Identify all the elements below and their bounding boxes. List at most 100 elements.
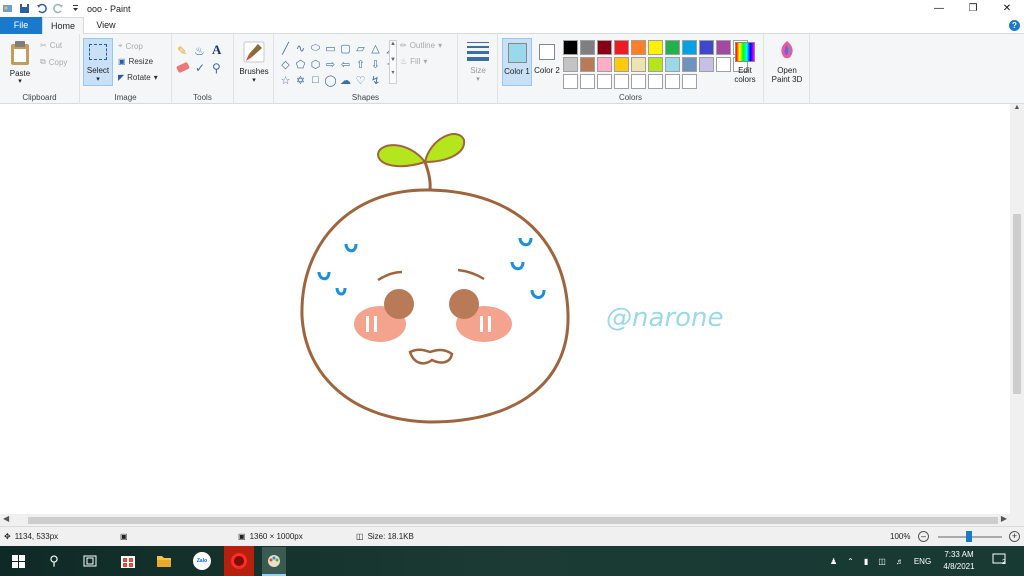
palette-swatch[interactable] — [563, 57, 578, 72]
cut-button[interactable]: ✂ Cut — [40, 41, 62, 50]
network-icon[interactable]: ◫ — [878, 557, 886, 566]
resize-button[interactable]: ▣ Resize — [118, 57, 153, 66]
rounded-rectangle-shape-icon[interactable]: ▢ — [338, 40, 353, 56]
opera-app-icon[interactable] — [224, 546, 254, 576]
palette-swatch[interactable] — [699, 40, 714, 55]
palette-swatch[interactable] — [665, 57, 680, 72]
clock[interactable]: 7:33 AM 4/8/2021 — [936, 549, 982, 573]
power-icon[interactable]: ▮ — [864, 557, 868, 566]
palette-swatch[interactable] — [597, 74, 612, 89]
minimize-button[interactable]: — — [922, 0, 956, 17]
fill-button[interactable]: ♨ Fill ▾ — [400, 57, 427, 66]
zalo-app-icon[interactable]: Zalo — [192, 551, 212, 571]
brushes-dropdown-icon[interactable]: ▾ — [236, 76, 272, 84]
palette-swatch[interactable] — [665, 40, 680, 55]
line-shape-icon[interactable]: ╱ — [278, 40, 293, 56]
oval-shape-icon[interactable]: ⬭ — [308, 40, 323, 56]
vertical-scrollbar[interactable]: ▲ — [1010, 104, 1024, 514]
open-paint3d-button[interactable]: Open Paint 3D — [767, 38, 807, 86]
color1-button[interactable]: Color 1 — [502, 38, 532, 86]
palette-swatch[interactable] — [665, 74, 680, 89]
text-tool-icon[interactable]: A — [212, 42, 221, 58]
hexagon-shape-icon[interactable]: ⬡ — [308, 56, 323, 72]
save-icon[interactable] — [19, 3, 30, 14]
outline-button[interactable]: ✏ Outline ▾ — [400, 41, 442, 50]
heart-shape-icon[interactable]: ♡ — [353, 72, 368, 88]
palette-swatch[interactable] — [682, 57, 697, 72]
palette-swatch[interactable] — [580, 74, 595, 89]
palette-swatch[interactable] — [597, 57, 612, 72]
action-center-button[interactable]: 2 — [992, 553, 1010, 569]
people-icon[interactable]: ♟ — [830, 557, 837, 566]
pentagon-shape-icon[interactable]: ⬠ — [293, 56, 308, 72]
customize-quick-access-icon[interactable] — [70, 3, 81, 14]
select-dropdown-icon[interactable]: ▾ — [84, 75, 112, 83]
copy-button[interactable]: ⧉ Copy — [40, 57, 67, 67]
triangle-shape-icon[interactable]: △ — [368, 40, 383, 56]
redo-icon[interactable] — [53, 3, 64, 14]
palette-swatch[interactable] — [682, 40, 697, 55]
down-arrow-shape-icon[interactable]: ⇩ — [368, 56, 383, 72]
left-arrow-shape-icon[interactable]: ⇦ — [338, 56, 353, 72]
zoom-in-button[interactable]: + — [1009, 531, 1020, 542]
search-icon[interactable]: ⚲ — [44, 551, 64, 571]
brushes-button[interactable]: Brushes ▾ — [236, 38, 272, 86]
palette-swatch[interactable] — [648, 40, 663, 55]
five-point-star-shape-icon[interactable]: ☆ — [278, 72, 293, 88]
palette-swatch[interactable] — [716, 40, 731, 55]
drawing-canvas[interactable]: @narone — [0, 104, 1010, 514]
volume-icon[interactable]: ♬ — [896, 557, 904, 566]
undo-icon[interactable] — [36, 3, 47, 14]
lightning-shape-icon[interactable]: ↯ — [368, 72, 383, 88]
rotate-button[interactable]: ◤ Rotate ▾ — [118, 73, 158, 82]
palette-swatch[interactable] — [563, 40, 578, 55]
scroll-up-icon[interactable]: ▲ — [1010, 104, 1024, 111]
zoom-out-button[interactable]: – — [918, 531, 929, 542]
right-arrow-shape-icon[interactable]: ⇨ — [323, 56, 338, 72]
task-view-icon[interactable] — [80, 551, 100, 571]
rectangle-shape-icon[interactable]: ▭ — [323, 40, 338, 56]
fill-bucket-icon[interactable]: ♨ — [194, 44, 205, 58]
select-button[interactable]: Select ▾ — [83, 38, 113, 86]
palette-swatch[interactable] — [580, 57, 595, 72]
shapes-expand-icon[interactable]: ▾ — [390, 69, 396, 76]
restore-button[interactable]: ❐ — [956, 0, 990, 17]
cloud-callout-shape-icon[interactable]: ☁ — [338, 72, 353, 88]
palette-swatch[interactable] — [563, 74, 578, 89]
zoom-slider-thumb[interactable] — [966, 531, 972, 542]
palette-swatch[interactable] — [580, 40, 595, 55]
palette-swatch[interactable] — [614, 57, 629, 72]
show-hidden-icons-icon[interactable]: ⌃ — [847, 557, 854, 566]
horizontal-scroll-thumb[interactable] — [28, 517, 998, 524]
scroll-left-icon[interactable]: ◀ — [3, 514, 9, 523]
paste-dropdown-icon[interactable]: ▾ — [6, 77, 34, 85]
palette-swatch[interactable] — [597, 40, 612, 55]
tab-file[interactable]: File — [0, 17, 42, 34]
paste-button[interactable]: Paste ▾ — [6, 38, 34, 85]
diamond-shape-icon[interactable]: ◇ — [278, 56, 293, 72]
vertical-scroll-thumb[interactable] — [1013, 214, 1021, 394]
palette-swatch[interactable] — [631, 74, 646, 89]
start-button[interactable] — [8, 551, 28, 571]
six-point-star-shape-icon[interactable]: ✡ — [293, 72, 308, 88]
shapes-scroll-up-icon[interactable]: ▲ — [390, 41, 396, 47]
horizontal-scrollbar[interactable]: ◀ ▶ — [0, 514, 1010, 526]
palette-swatch[interactable] — [716, 57, 731, 72]
curve-shape-icon[interactable]: ∿ — [293, 40, 308, 56]
crop-button[interactable]: ⌖ Crop — [118, 41, 143, 51]
eraser-icon[interactable] — [176, 61, 190, 74]
magnifier-icon[interactable]: ⚲ — [212, 61, 221, 75]
file-explorer-icon[interactable] — [154, 551, 174, 571]
tab-home[interactable]: Home — [42, 17, 84, 35]
size-button[interactable]: Size ▾ — [462, 40, 494, 84]
polygon-shape-icon[interactable]: ▱ — [353, 40, 368, 56]
palette-swatch[interactable] — [631, 57, 646, 72]
palette-swatch[interactable] — [614, 40, 629, 55]
pencil-icon[interactable]: ✎ — [177, 44, 187, 58]
edit-colors-button[interactable]: Edit colors — [730, 38, 760, 86]
oval-callout-shape-icon[interactable]: ◯ — [323, 72, 338, 88]
shapes-gallery-scroll[interactable]: ▲ ▼ ▾ — [389, 40, 397, 84]
tab-view[interactable]: View — [84, 17, 128, 34]
rect-callout-shape-icon[interactable]: □ — [308, 72, 323, 88]
up-arrow-shape-icon[interactable]: ⇧ — [353, 56, 368, 72]
